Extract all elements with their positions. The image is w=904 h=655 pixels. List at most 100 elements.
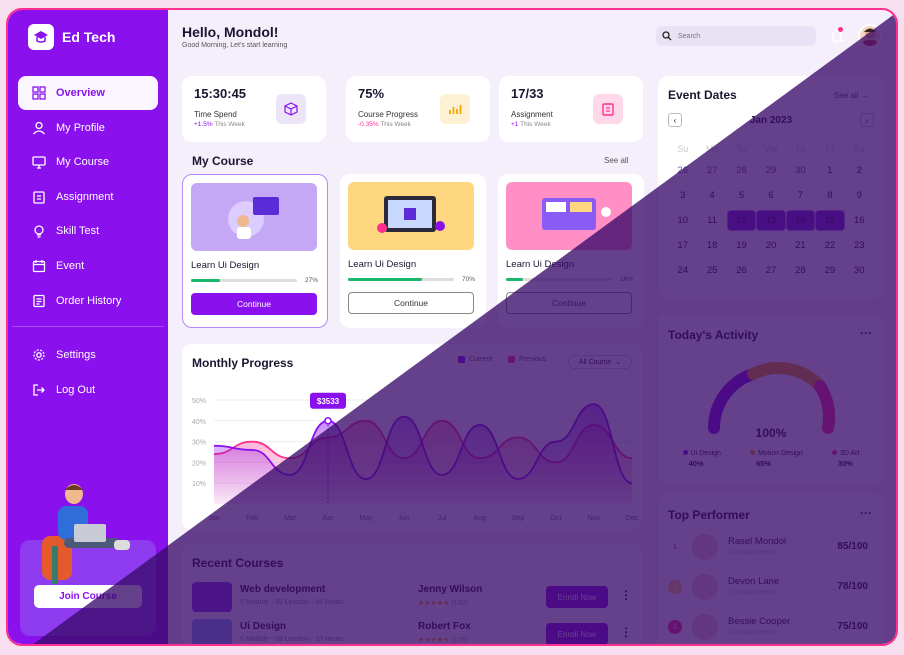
user-avatar[interactable] bbox=[858, 24, 882, 48]
avatar bbox=[690, 572, 720, 602]
enroll-now-button[interactable]: Enroll Now bbox=[546, 623, 608, 644]
course-author: Robert Fox bbox=[418, 621, 471, 632]
x-tick-label: Jul bbox=[438, 515, 447, 522]
calendar-day[interactable]: 27 bbox=[697, 160, 726, 181]
course-title: Learn Ui Design bbox=[348, 259, 417, 270]
course-author: Jenny Wilson bbox=[418, 584, 483, 595]
sidebar-item-label: Overview bbox=[56, 87, 105, 99]
y-tick-label: 40% bbox=[192, 419, 206, 426]
calendar-day[interactable]: 12 bbox=[726, 210, 757, 231]
search-input[interactable]: Search bbox=[656, 26, 816, 46]
calendar-day[interactable]: 21 bbox=[786, 235, 815, 256]
course-card[interactable]: Learn Ui Design 27% Continue bbox=[182, 174, 328, 328]
x-tick-label: May bbox=[359, 515, 373, 522]
sidebar-item-skill-test[interactable]: Skill Test bbox=[18, 214, 158, 248]
sidebar-nav-secondary: Settings Log Out bbox=[18, 338, 158, 407]
sidebar-item-label: Settings bbox=[56, 349, 96, 361]
brand[interactable]: Ed Tech bbox=[28, 24, 115, 50]
calendar-day[interactable]: 19 bbox=[727, 235, 756, 256]
calendar-day[interactable]: 9 bbox=[845, 185, 874, 206]
performer-name: Devon Lane bbox=[728, 576, 780, 587]
progress-fill bbox=[506, 278, 523, 281]
calendar-day[interactable]: 26 bbox=[668, 160, 697, 181]
calendar-day[interactable]: 23 bbox=[845, 235, 874, 256]
calendar-day[interactable]: 14 bbox=[785, 210, 816, 231]
monthly-progress-card: Monthly Progress Current Previous All Co… bbox=[182, 344, 642, 530]
calendar-day[interactable]: 27 bbox=[756, 260, 785, 281]
calendar-weekday: We bbox=[764, 144, 778, 154]
calendar-icon bbox=[32, 259, 46, 273]
performer-assignments: 20 Assignment bbox=[728, 629, 774, 636]
calendar-day[interactable]: 30 bbox=[845, 260, 874, 281]
monthly-progress-chart: 50% 40% 30% 20% 10% $3533 Jan Feb Mar Apr May Jun Ju… bbox=[192, 392, 639, 522]
more-options-icon[interactable]: ⋮ bbox=[620, 625, 632, 639]
calendar-day[interactable]: 11 bbox=[697, 210, 726, 231]
highlight-point[interactable] bbox=[324, 417, 332, 425]
sidebar-item-settings[interactable]: Settings bbox=[18, 338, 158, 372]
calendar-day[interactable]: 25 bbox=[697, 260, 726, 281]
calendar-day[interactable]: 20 bbox=[756, 235, 785, 256]
performer-score: 78/100 bbox=[837, 581, 868, 592]
course-card[interactable]: Learn Ui Design 70% Continue bbox=[340, 174, 486, 328]
chevron-left-icon[interactable]: ‹ bbox=[668, 113, 682, 127]
sidebar-item-my-profile[interactable]: My Profile bbox=[18, 111, 158, 145]
rank-badge: 1 bbox=[668, 540, 682, 554]
bulb-icon bbox=[34, 225, 44, 238]
continue-button[interactable]: Continue bbox=[506, 292, 632, 314]
course-progress-percent: 16% bbox=[620, 276, 634, 283]
activity-legend: Ui Design 40% Motion Design 65% 3D Art 30% bbox=[668, 450, 874, 468]
calendar-day[interactable]: 15 bbox=[815, 210, 845, 231]
calendar-day[interactable]: 2 bbox=[845, 160, 874, 181]
calendar-day[interactable]: 29 bbox=[756, 160, 785, 181]
performer-assignments: 17 Assignment bbox=[728, 589, 774, 596]
event-dates-title: Event Dates bbox=[668, 88, 737, 102]
calendar-day[interactable]: 1 bbox=[815, 160, 844, 181]
calendar-day[interactable]: 3 bbox=[668, 185, 697, 206]
calendar-day[interactable]: 16 bbox=[845, 210, 874, 231]
calendar-day[interactable]: 7 bbox=[786, 185, 815, 206]
enroll-now-button[interactable]: Enroll Now bbox=[546, 586, 608, 608]
recent-course-row: Web development 5 Module - 32 Lession - … bbox=[192, 582, 638, 612]
calendar-day[interactable]: 29 bbox=[815, 260, 844, 281]
calendar-day[interactable]: 30 bbox=[786, 160, 815, 181]
continue-button[interactable]: Continue bbox=[191, 293, 317, 315]
calendar-day[interactable]: 8 bbox=[815, 185, 844, 206]
calendar-day[interactable]: 4 bbox=[697, 185, 726, 206]
course-card[interactable]: Learn Ui Design 16% Continue bbox=[498, 174, 644, 328]
calendar-day[interactable]: 28 bbox=[786, 260, 815, 281]
more-options-icon[interactable]: ⋮ bbox=[620, 588, 632, 602]
notification-bell-icon[interactable] bbox=[829, 27, 845, 44]
calendar-day[interactable]: 6 bbox=[756, 185, 785, 206]
calendar-day[interactable]: 18 bbox=[697, 235, 726, 256]
more-options-icon[interactable]: ··· bbox=[860, 506, 872, 520]
sidebar-item-event[interactable]: Event bbox=[18, 249, 158, 283]
calendar-weekday: Su bbox=[677, 144, 689, 154]
sidebar-item-order-history[interactable]: Order History bbox=[18, 284, 158, 318]
calendar-day[interactable]: 13 bbox=[756, 210, 786, 231]
performer-row: 1 Rasel Mondol 15 Assignment 85/100 bbox=[668, 532, 874, 562]
calendar-day[interactable]: 10 bbox=[668, 210, 697, 231]
calendar-day[interactable]: 26 bbox=[727, 260, 756, 281]
sidebar-item-log-out[interactable]: Log Out bbox=[18, 373, 158, 407]
my-course-see-all-link[interactable]: See all bbox=[604, 156, 628, 165]
events-see-all-link[interactable]: See all → bbox=[834, 91, 869, 100]
calendar-weekday: Sa bbox=[853, 144, 865, 154]
sidebar-item-assignment[interactable]: Assignment bbox=[18, 180, 158, 214]
continue-button[interactable]: Continue bbox=[348, 292, 474, 314]
app-window: Ed Tech Overview My Profile My Course As… bbox=[6, 8, 898, 646]
calendar-day[interactable]: 5 bbox=[727, 185, 756, 206]
grid-icon bbox=[32, 86, 46, 100]
x-tick-label: Oct bbox=[551, 515, 562, 522]
y-tick-label: 50% bbox=[192, 398, 206, 405]
chevron-right-icon[interactable]: › bbox=[859, 113, 874, 127]
course-title: Learn Ui Design bbox=[191, 260, 260, 271]
brand-name: Ed Tech bbox=[62, 29, 116, 45]
calendar-day[interactable]: 17 bbox=[668, 235, 697, 256]
student-illustration bbox=[42, 484, 130, 584]
calendar-day[interactable]: 22 bbox=[815, 235, 844, 256]
calendar-day[interactable]: 28 bbox=[727, 160, 756, 181]
calendar-day[interactable]: 24 bbox=[668, 260, 697, 281]
sidebar-item-label: Order History bbox=[56, 294, 122, 307]
sidebar-item-overview[interactable]: Overview bbox=[18, 76, 158, 110]
sidebar-item-my-course[interactable]: My Course bbox=[18, 145, 158, 179]
